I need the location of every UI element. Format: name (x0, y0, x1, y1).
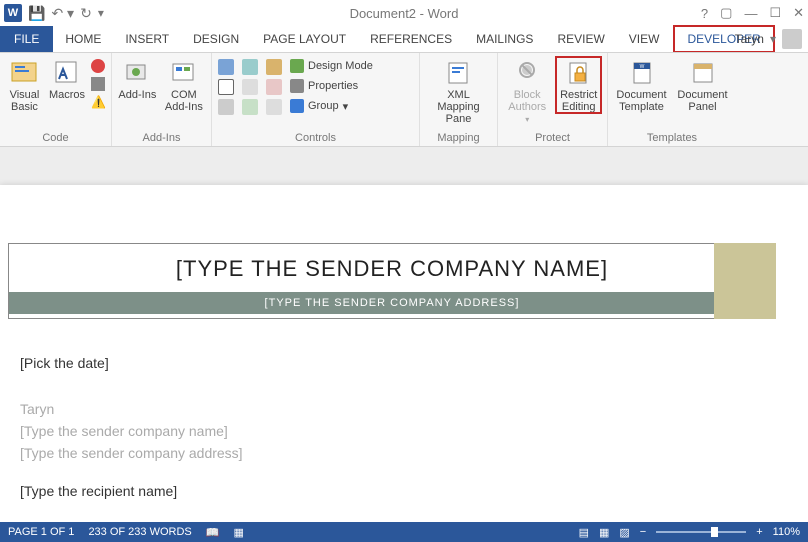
legacy-control-icon[interactable] (266, 99, 282, 115)
macros-icon (53, 59, 81, 87)
record-macro-icon[interactable] (91, 59, 105, 73)
tab-view[interactable]: VIEW (617, 26, 672, 52)
xml-mapping-icon (445, 59, 473, 87)
tab-design[interactable]: DESIGN (181, 26, 251, 52)
document-canvas[interactable]: [TYPE THE SENDER COMPANY NAME] [TYPE THE… (0, 147, 808, 522)
qat-customize-icon[interactable]: ▾ (98, 6, 104, 20)
combobox-control-icon[interactable] (242, 79, 258, 95)
print-layout-icon[interactable]: ▦ (599, 526, 609, 539)
group-icon (290, 99, 304, 113)
maximize-icon[interactable]: ☐ (769, 5, 781, 21)
sender-company-address-field[interactable]: [TYPE THE SENDER COMPANY ADDRESS] (9, 292, 775, 314)
tab-insert[interactable]: INSERT (113, 26, 181, 52)
redo-icon[interactable]: ↻ (80, 5, 92, 22)
group-label-controls: Controls (218, 132, 413, 146)
addins-icon (123, 59, 151, 87)
web-layout-icon[interactable]: ▨ (619, 526, 629, 539)
properties-icon (290, 79, 304, 93)
account-dropdown-icon[interactable]: ▾ (770, 32, 776, 46)
group-label-templates: Templates (614, 132, 730, 146)
status-bar: PAGE 1 OF 1 233 OF 233 WORDS 📖 ▦ ▤ ▦ ▨ −… (0, 522, 808, 542)
read-mode-icon[interactable]: ▤ (579, 526, 589, 539)
design-mode-icon (290, 59, 304, 73)
undo-icon[interactable]: ↶ ▾ (51, 5, 74, 22)
com-addins-button[interactable]: COM Add-Ins (163, 57, 205, 113)
visual-basic-icon (10, 59, 38, 87)
document-template-icon: W (628, 59, 656, 87)
group-label-mapping: Mapping (426, 132, 491, 146)
window-title: Document2 - Word (0, 6, 808, 21)
avatar[interactable] (782, 29, 802, 49)
repeating-control-icon[interactable] (242, 99, 258, 115)
chevron-down-icon: ▾ (343, 100, 349, 113)
design-mode-button[interactable]: Design Mode (290, 59, 373, 73)
xml-mapping-button[interactable]: XML Mapping Pane (426, 57, 491, 125)
visual-basic-button[interactable]: Visual Basic (6, 57, 43, 113)
minimize-icon[interactable]: — (744, 6, 757, 21)
plain-text-control-icon[interactable] (242, 59, 258, 75)
date-picker-field[interactable]: [Pick the date] (20, 355, 768, 371)
picture-control-icon[interactable] (266, 59, 282, 75)
group-label-addins: Add-Ins (118, 132, 205, 146)
spellcheck-icon[interactable]: 📖 (206, 526, 220, 539)
letterhead-accent (714, 243, 776, 319)
block-authors-button: Block Authors ▾ (504, 57, 550, 124)
tab-references[interactable]: REFERENCES (358, 26, 464, 52)
zoom-level[interactable]: 110% (773, 526, 800, 538)
group-label-protect: Protect (504, 132, 601, 146)
properties-button[interactable]: Properties (290, 79, 373, 93)
sender-company-name-field[interactable]: [TYPE THE SENDER COMPANY NAME] (9, 244, 775, 282)
recipient-name-field[interactable]: [Type the recipient name] (20, 483, 768, 499)
zoom-slider[interactable] (656, 531, 746, 533)
tab-mailings[interactable]: MAILINGS (464, 26, 545, 52)
word-app-icon: W (4, 4, 22, 22)
dropdown-control-icon[interactable] (218, 99, 234, 115)
macros-button[interactable]: Macros (49, 57, 85, 101)
pause-macro-icon[interactable] (91, 77, 105, 91)
zoom-out-icon[interactable]: − (640, 526, 646, 538)
tab-page-layout[interactable]: PAGE LAYOUT (251, 26, 358, 52)
save-icon[interactable]: 💾 (28, 5, 45, 22)
sender-name-line[interactable]: Taryn (20, 401, 768, 417)
rich-text-control-icon[interactable] (218, 59, 234, 75)
letterhead-box: [TYPE THE SENDER COMPANY NAME] [TYPE THE… (8, 243, 776, 319)
group-button[interactable]: Group▾ (290, 99, 373, 113)
tab-review[interactable]: REVIEW (545, 26, 616, 52)
page-count[interactable]: PAGE 1 OF 1 (8, 526, 74, 538)
block-authors-icon (513, 59, 541, 87)
svg-text:W: W (639, 64, 644, 70)
sender-address-line[interactable]: [Type the sender company address] (20, 445, 768, 461)
word-count[interactable]: 233 OF 233 WORDS (88, 526, 191, 538)
tab-file[interactable]: FILE (0, 26, 53, 52)
macro-security-icon[interactable]: ⚠️ (91, 95, 105, 109)
tab-home[interactable]: HOME (53, 26, 113, 52)
close-icon[interactable]: ✕ (793, 5, 804, 21)
restrict-editing-icon (565, 59, 593, 87)
sender-company-line[interactable]: [Type the sender company name] (20, 423, 768, 439)
document-template-button[interactable]: W Document Template (614, 57, 669, 113)
chevron-down-icon: ▾ (525, 115, 529, 124)
addins-button[interactable]: Add-Ins (118, 57, 157, 101)
help-icon[interactable]: ? (701, 6, 708, 21)
zoom-in-icon[interactable]: + (756, 526, 762, 538)
ribbon-display-icon[interactable]: ▢ (720, 5, 732, 21)
controls-gallery (218, 57, 284, 115)
restrict-editing-button[interactable]: Restrict Editing (556, 57, 601, 113)
account-name[interactable]: Taryn (735, 32, 764, 46)
zoom-thumb[interactable] (711, 527, 718, 537)
macro-status-icon[interactable]: ▦ (233, 526, 243, 539)
datepicker-control-icon[interactable] (266, 79, 282, 95)
checkbox-control-icon[interactable] (218, 79, 234, 95)
document-panel-icon (689, 59, 717, 87)
group-label-code: Code (6, 132, 105, 146)
page: [TYPE THE SENDER COMPANY NAME] [TYPE THE… (0, 185, 808, 522)
document-panel-button[interactable]: Document Panel (675, 57, 730, 113)
com-addins-icon (170, 59, 198, 87)
